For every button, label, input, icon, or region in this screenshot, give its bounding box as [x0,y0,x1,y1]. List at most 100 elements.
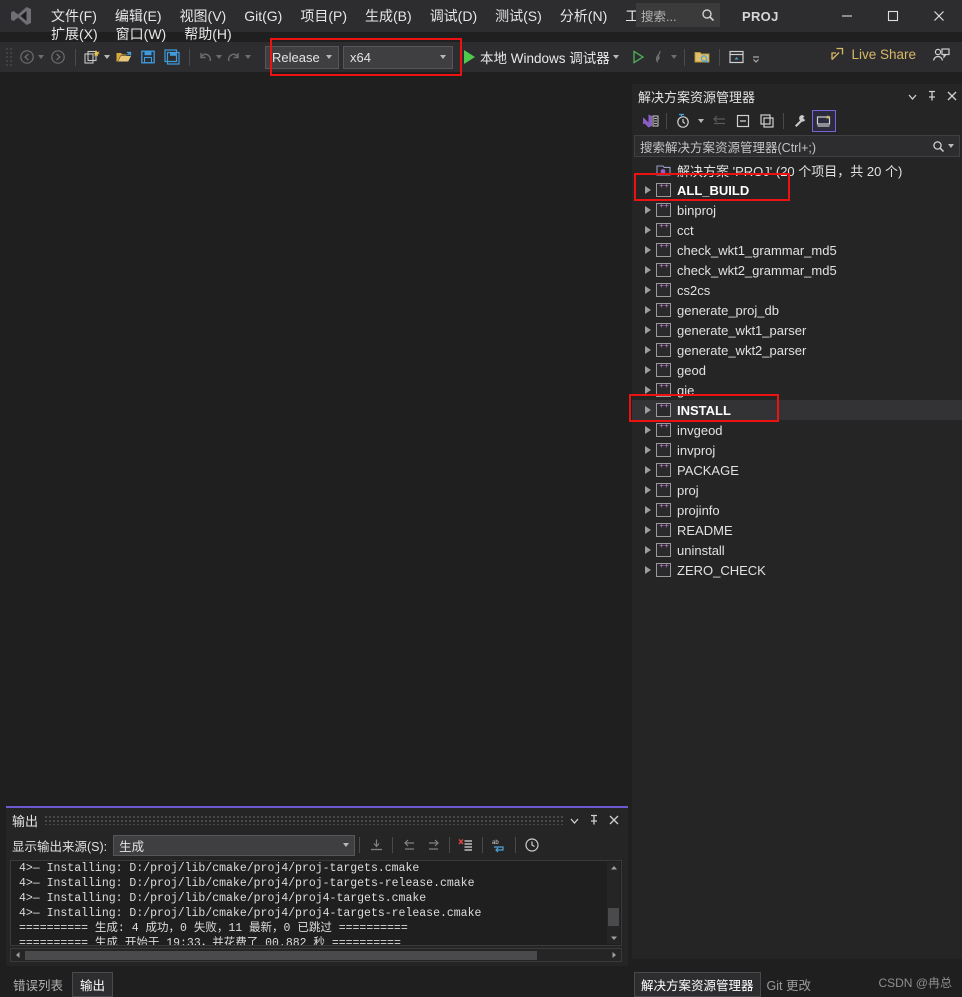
tab-error-list[interactable]: 错误列表 [6,973,70,996]
tree-item-zero_check[interactable]: ZERO_CHECK [632,560,962,580]
scroll-right-arrow-icon[interactable] [607,951,621,959]
feedback-button[interactable] [932,47,950,63]
output-hscroll-thumb[interactable] [25,950,537,960]
previous-message-button[interactable] [397,834,421,856]
redo-button[interactable] [224,45,253,69]
code-view-button[interactable] [638,110,662,132]
search-options-caret-icon[interactable] [948,144,954,148]
tree-item-projinfo[interactable]: projinfo [632,500,962,520]
menu-analyze[interactable]: 分析(N) [551,4,616,28]
output-source-combo[interactable]: 生成 [113,834,356,856]
hot-reload-button[interactable] [650,45,679,69]
tree-item-gie[interactable]: gie [632,380,962,400]
start-debugging-button[interactable]: 本地 Windows 调试器 [461,45,622,69]
tree-expander-generate_proj_db[interactable] [640,306,656,314]
clear-all-button[interactable] [364,834,388,856]
new-project-button[interactable] [81,45,112,69]
tree-item-cs2cs[interactable]: cs2cs [632,280,962,300]
configuration-caret-icon[interactable] [326,55,332,59]
toolbar-overflow-button[interactable] [749,45,763,69]
tab-solution-explorer[interactable]: 解决方案资源管理器 [634,971,761,997]
save-all-button[interactable] [160,45,184,69]
tab-git-changes[interactable]: Git 更改 [761,973,817,996]
output-vertical-scrollbar[interactable] [607,862,620,944]
pending-changes-button[interactable] [671,110,695,132]
hot-reload-caret-icon[interactable] [670,55,677,59]
output-dropdown-button[interactable] [564,810,584,830]
output-text-area[interactable]: 4>— Installing: D:/proj/lib/cmake/proj4/… [10,860,622,946]
tree-expander-generate_wkt2_parser[interactable] [640,346,656,354]
toolbar-grip-handle[interactable] [5,46,15,68]
save-button[interactable] [136,45,160,69]
solution-root-row[interactable]: 解决方案 'PROJ' (20 个项目，共 20 个) [632,160,962,180]
scroll-left-arrow-icon[interactable] [11,951,25,959]
tab-output[interactable]: 输出 [72,971,114,997]
next-message-button[interactable] [421,834,445,856]
open-file-button[interactable] [112,45,136,69]
tree-expander-gie[interactable] [640,386,656,394]
menu-debug[interactable]: 调试(D) [421,4,486,28]
window-layout-button[interactable] [725,45,749,69]
output-pin-button[interactable] [584,810,604,830]
redo-dropdown-caret-icon[interactable] [245,55,251,59]
output-source-caret-icon[interactable] [343,843,350,847]
tree-expander-generate_wkt1_parser[interactable] [640,326,656,334]
solution-explorer-dropdown-button[interactable] [902,86,922,106]
menu-build[interactable]: 生成(B) [356,4,421,28]
tree-item-generate_proj_db[interactable]: generate_proj_db [632,300,962,320]
toggle-error-messages-button[interactable] [454,834,478,856]
menu-test[interactable]: 测试(S) [486,4,551,28]
tree-expander-package[interactable] [640,466,656,474]
output-scroll-thumb[interactable] [608,908,619,926]
sync-with-active-document-button[interactable] [707,110,731,132]
tree-item-proj[interactable]: proj [632,480,962,500]
tree-item-invproj[interactable]: invproj [632,440,962,460]
tree-item-uninstall[interactable]: uninstall [632,540,962,560]
tree-item-check_wkt2_grammar_md5[interactable]: check_wkt2_grammar_md5 [632,260,962,280]
tree-expander-uninstall[interactable] [640,546,656,554]
tree-item-readme[interactable]: README [632,520,962,540]
tree-expander-install[interactable] [640,406,656,414]
tree-expander-invgeod[interactable] [640,426,656,434]
output-horizontal-scrollbar[interactable] [10,948,622,962]
folder-search-button[interactable] [690,45,714,69]
tree-item-binproj[interactable]: binproj [632,200,962,220]
undo-dropdown-caret-icon[interactable] [216,55,222,59]
tree-expander-check_wkt2_grammar_md5[interactable] [640,266,656,274]
menu-project[interactable]: 项目(P) [291,4,356,28]
tree-item-generate_wkt2_parser[interactable]: generate_wkt2_parser [632,340,962,360]
tree-expander-cs2cs[interactable] [640,286,656,294]
tree-expander-geod[interactable] [640,366,656,374]
minimize-button[interactable] [824,0,870,32]
tree-item-install[interactable]: INSTALL [632,400,962,420]
platform-caret-icon[interactable] [440,55,446,59]
solution-explorer-pin-button[interactable] [922,86,942,106]
start-without-debugging-button[interactable] [626,45,650,69]
tree-expander-all_build[interactable] [640,186,656,194]
output-panel-drag-area[interactable] [44,815,564,825]
tree-item-package[interactable]: PACKAGE [632,460,962,480]
output-close-button[interactable] [604,810,624,830]
menu-git[interactable]: Git(G) [235,4,291,28]
tree-item-generate_wkt1_parser[interactable]: generate_wkt1_parser [632,320,962,340]
tree-expander-zero_check[interactable] [640,566,656,574]
solution-configuration-combo[interactable]: Release [265,45,339,69]
tree-expander-check_wkt1_grammar_md5[interactable] [640,246,656,254]
tree-expander-invproj[interactable] [640,446,656,454]
global-search-box[interactable]: 搜索... [636,3,720,27]
tree-item-geod[interactable]: geod [632,360,962,380]
tree-item-all_build[interactable]: ALL_BUILD [632,180,962,200]
debug-target-caret-icon[interactable] [612,55,619,59]
back-dropdown-caret-icon[interactable] [38,55,44,59]
navigate-forward-button[interactable] [46,45,70,69]
tree-item-check_wkt1_grammar_md5[interactable]: check_wkt1_grammar_md5 [632,240,962,260]
tree-expander-binproj[interactable] [640,206,656,214]
tree-item-invgeod[interactable]: invgeod [632,420,962,440]
maximize-button[interactable] [870,0,916,32]
solution-explorer-close-button[interactable] [942,86,962,106]
properties-button[interactable] [788,110,812,132]
solution-platform-combo[interactable]: x64 [343,45,453,69]
scroll-down-arrow-icon[interactable] [607,932,620,944]
tree-expander-readme[interactable] [640,526,656,534]
tree-expander-projinfo[interactable] [640,506,656,514]
